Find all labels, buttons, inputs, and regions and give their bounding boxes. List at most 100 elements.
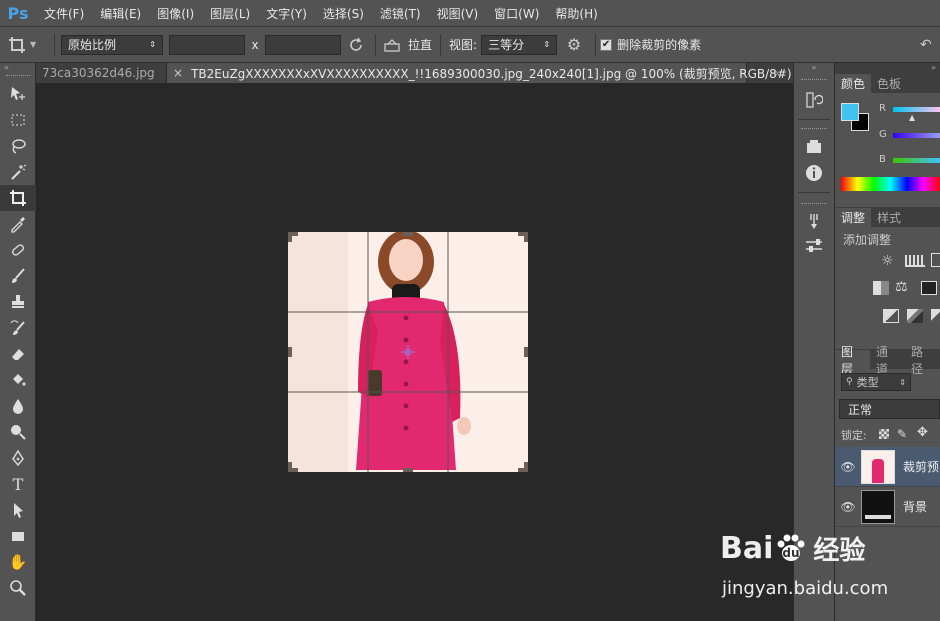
- eye-icon[interactable]: 👁: [835, 500, 861, 514]
- eraser-icon[interactable]: [0, 341, 36, 367]
- zoom-icon[interactable]: [0, 575, 36, 601]
- history-brush-icon[interactable]: [0, 315, 36, 341]
- crop-handle-bottom-right[interactable]: [518, 462, 528, 472]
- bw-icon[interactable]: [921, 281, 937, 295]
- path-select-icon[interactable]: [0, 497, 36, 523]
- height-field[interactable]: [265, 34, 341, 55]
- layer-filter-select[interactable]: ⚲ 类型 ⇕: [841, 373, 911, 391]
- eye-icon[interactable]: 👁: [835, 460, 861, 474]
- undo-icon[interactable]: ↶: [920, 37, 940, 53]
- paint-bucket-icon[interactable]: [0, 367, 36, 393]
- slider-thumb-icon[interactable]: ▲: [909, 113, 915, 122]
- tab-layers[interactable]: 图层: [835, 345, 870, 376]
- baidu-jingyan-watermark: Bai du 经验 jingyan.baidu.com: [720, 530, 920, 605]
- tab-adjustments[interactable]: 调整: [835, 208, 872, 227]
- menu-window[interactable]: 窗口(W): [486, 5, 547, 22]
- history-icon[interactable]: [794, 85, 834, 115]
- crop-tool-icon[interactable]: [0, 185, 36, 211]
- threshold-icon[interactable]: [931, 309, 940, 323]
- gear-icon[interactable]: ⚙: [557, 35, 591, 54]
- vibrance-icon[interactable]: [873, 281, 889, 295]
- crop-handle-left[interactable]: [288, 347, 292, 357]
- layer-row-background[interactable]: 👁 背景: [835, 487, 940, 527]
- crop-preset-icon[interactable]: ▼: [8, 36, 48, 54]
- delete-pixels-checkbox[interactable]: ✔: [600, 38, 613, 51]
- menu-layer[interactable]: 图层(L): [202, 5, 258, 22]
- lock-transparency-icon[interactable]: [879, 429, 889, 439]
- eyedropper-icon[interactable]: [0, 211, 36, 237]
- hand-icon[interactable]: ✋: [0, 549, 36, 575]
- collapse-icon[interactable]: »: [4, 63, 9, 72]
- tab-styles[interactable]: 样式: [871, 208, 907, 227]
- lasso-tool-icon[interactable]: [0, 133, 36, 159]
- info-icon[interactable]: [794, 160, 834, 186]
- crop-handle-top[interactable]: [403, 232, 413, 236]
- canvas-area: [36, 83, 793, 621]
- options-bar: ▼ 原始比例 ⇕ x 拉直 视图: 三等分 ⇕ ⚙ ✔ 删除裁剪的像素 ↶: [0, 27, 940, 63]
- tab-label: TB2EuZgXXXXXXXxXVXXXXXXXXXX_!!1689300030…: [191, 66, 792, 81]
- brush-presets-icon[interactable]: [794, 209, 834, 233]
- view-select[interactable]: 三等分 ⇕: [481, 34, 558, 55]
- tab-label: 73ca30362d46.jpg: [42, 66, 155, 80]
- invert-icon[interactable]: [883, 309, 899, 323]
- tab-channels[interactable]: 通道: [870, 345, 905, 376]
- menu-file[interactable]: 文件(F): [36, 5, 92, 22]
- marquee-tool-icon[interactable]: [0, 107, 36, 133]
- stamp-icon[interactable]: [0, 289, 36, 315]
- select-arrows-icon: ⇕: [899, 377, 906, 387]
- ratio-select[interactable]: 原始比例 ⇕: [61, 34, 163, 55]
- lock-brush-icon[interactable]: ✎: [897, 427, 907, 441]
- tab-document-2[interactable]: × TB2EuZgXXXXXXXxXVXXXXXXXXXX_!!16893000…: [167, 63, 792, 83]
- crop-handle-top-left[interactable]: [288, 232, 298, 242]
- curves-icon[interactable]: [931, 253, 940, 267]
- menu-filter[interactable]: 滤镜(T): [372, 5, 429, 22]
- menu-select[interactable]: 选择(S): [315, 5, 372, 22]
- menu-image[interactable]: 图像(I): [149, 5, 202, 22]
- channel-g-slider[interactable]: [893, 133, 940, 138]
- layer-row-crop-preview[interactable]: 👁 裁剪预: [835, 447, 940, 487]
- pen-icon[interactable]: [0, 445, 36, 471]
- spectrum-bar[interactable]: [841, 177, 940, 191]
- tab-color[interactable]: 颜色: [835, 74, 872, 93]
- straighten-icon[interactable]: [380, 38, 404, 52]
- crop-box[interactable]: [288, 232, 528, 472]
- brush-icon[interactable]: [0, 263, 36, 289]
- menu-type[interactable]: 文字(Y): [258, 5, 315, 22]
- type-tool-icon[interactable]: T: [0, 471, 36, 497]
- width-field[interactable]: [169, 34, 245, 55]
- posterize-icon[interactable]: [907, 309, 923, 323]
- levels-icon[interactable]: [905, 255, 925, 267]
- brightness-icon[interactable]: ☼: [881, 253, 894, 269]
- swap-icon[interactable]: [341, 37, 371, 53]
- menu-view[interactable]: 视图(V): [429, 5, 487, 22]
- tab-swatches[interactable]: 色板: [871, 74, 907, 93]
- tab-paths[interactable]: 路径: [905, 345, 940, 376]
- crop-handle-right[interactable]: [524, 347, 528, 357]
- channel-r-slider[interactable]: [893, 107, 940, 112]
- channel-b-slider[interactable]: [893, 158, 940, 163]
- move-tool-icon[interactable]: [0, 81, 36, 107]
- image-preview: [288, 232, 528, 472]
- close-icon[interactable]: ×: [173, 66, 183, 80]
- healing-brush-icon[interactable]: [0, 237, 36, 263]
- dodge-icon[interactable]: [0, 419, 36, 445]
- lock-move-icon[interactable]: ✥: [917, 425, 928, 440]
- tool-presets-icon[interactable]: [794, 134, 834, 160]
- balance-icon[interactable]: ⚖: [895, 279, 908, 295]
- crop-handle-bottom[interactable]: [403, 468, 413, 472]
- straighten-label[interactable]: 拉直: [408, 36, 432, 53]
- collapse-icon[interactable]: »: [931, 63, 936, 73]
- menu-help[interactable]: 帮助(H): [547, 5, 605, 22]
- blend-mode-select[interactable]: 正常: [839, 399, 940, 419]
- expand-icon[interactable]: «: [794, 63, 834, 73]
- tabs-overflow-icon[interactable]: »: [773, 63, 793, 83]
- rectangle-icon[interactable]: [0, 523, 36, 549]
- foreground-color-swatch[interactable]: [841, 103, 859, 121]
- crop-handle-bottom-left[interactable]: [288, 462, 298, 472]
- tab-document-1[interactable]: 73ca30362d46.jpg: [36, 63, 167, 83]
- menu-edit[interactable]: 编辑(E): [92, 5, 149, 22]
- blur-icon[interactable]: [0, 393, 36, 419]
- magic-wand-icon[interactable]: [0, 159, 36, 185]
- properties-icon[interactable]: [794, 233, 834, 259]
- crop-handle-top-right[interactable]: [518, 232, 528, 242]
